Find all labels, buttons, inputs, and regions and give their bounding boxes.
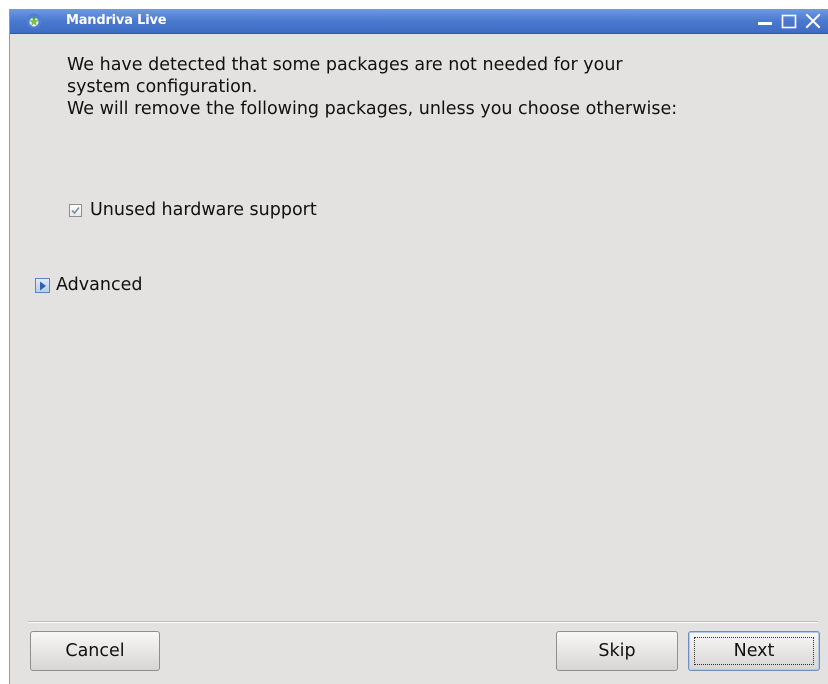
maximize-icon[interactable]	[780, 12, 798, 30]
message-line-2: system configuration.	[67, 77, 258, 97]
detection-message: We have detected that some packages are …	[67, 54, 807, 120]
advanced-expander[interactable]: Advanced	[35, 274, 142, 296]
message-line-3: We will remove the following packages, u…	[67, 99, 678, 119]
next-button[interactable]: Next	[688, 631, 820, 671]
unused-hardware-label: Unused hardware support	[90, 200, 317, 220]
expander-arrow-right-icon[interactable]	[35, 277, 50, 293]
skip-button-label: Skip	[598, 641, 636, 661]
advanced-label: Advanced	[56, 275, 143, 295]
next-button-label: Next	[733, 641, 775, 661]
mandriva-star-icon[interactable]	[26, 13, 42, 29]
message-line-1: We have detected that some packages are …	[67, 55, 623, 75]
skip-button[interactable]: Skip	[556, 631, 678, 671]
unused-hardware-checkbox[interactable]	[69, 203, 82, 217]
close-icon[interactable]	[804, 12, 822, 30]
window-controls	[756, 11, 822, 31]
title-bar[interactable]: Mandriva Live	[10, 9, 828, 34]
cancel-button[interactable]: Cancel	[30, 631, 160, 671]
unused-hardware-option[interactable]: Unused hardware support	[69, 199, 317, 221]
window-title: Mandriva Live	[66, 13, 167, 28]
minimize-icon[interactable]	[756, 12, 774, 30]
button-area-divider	[28, 621, 818, 623]
cancel-button-label: Cancel	[65, 641, 125, 661]
checkmark-icon	[71, 206, 80, 214]
installer-window: Mandriva Live We have detected that some…	[9, 9, 828, 684]
